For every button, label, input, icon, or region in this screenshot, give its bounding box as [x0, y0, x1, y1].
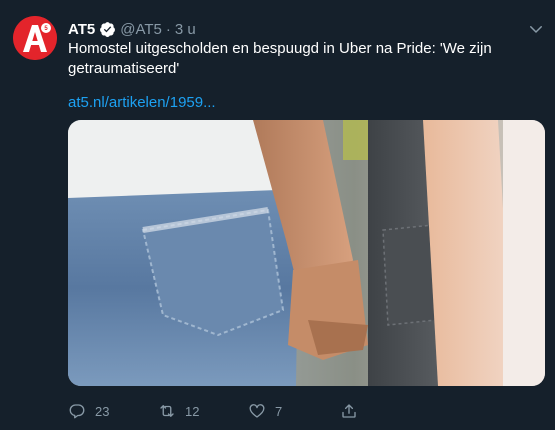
retweet-icon [160, 405, 174, 417]
share-button[interactable] [340, 400, 358, 422]
tweet-actions: 23 12 7 [68, 400, 545, 422]
reply-button[interactable]: 23 [68, 400, 109, 422]
retweet-button[interactable]: 12 [158, 400, 199, 422]
reply-icon [69, 404, 85, 419]
photo-illustration [68, 120, 545, 386]
like-button[interactable]: 7 [248, 400, 282, 422]
tweet-link[interactable]: at5.nl/artikelen/1959... [68, 93, 216, 113]
chevron-down-icon[interactable] [527, 20, 545, 38]
share-icon [342, 404, 356, 418]
like-count: 7 [275, 403, 283, 419]
avatar[interactable]: 5 [13, 16, 57, 60]
verified-badge-icon [99, 21, 116, 38]
retweet-count: 12 [185, 403, 200, 419]
separator-dot: · [165, 20, 171, 38]
reply-count: 23 [95, 403, 110, 419]
tweet-text: Homostel uitgescholden en bespuugd in Ub… [68, 40, 492, 77]
tweet-photo[interactable] [68, 120, 545, 386]
author-name[interactable]: AT5 [68, 21, 95, 38]
tweet-timestamp[interactable]: 3 u [175, 21, 196, 38]
like-icon [249, 404, 265, 418]
at5-logo: 5 [13, 16, 57, 60]
author-handle[interactable]: @AT5 [120, 21, 162, 38]
tweet-header: AT5 @AT5 · 3 u [68, 19, 525, 39]
tweet[interactable]: 5 AT5 @AT5 · 3 u Homostel uitgescholden … [0, 0, 555, 430]
